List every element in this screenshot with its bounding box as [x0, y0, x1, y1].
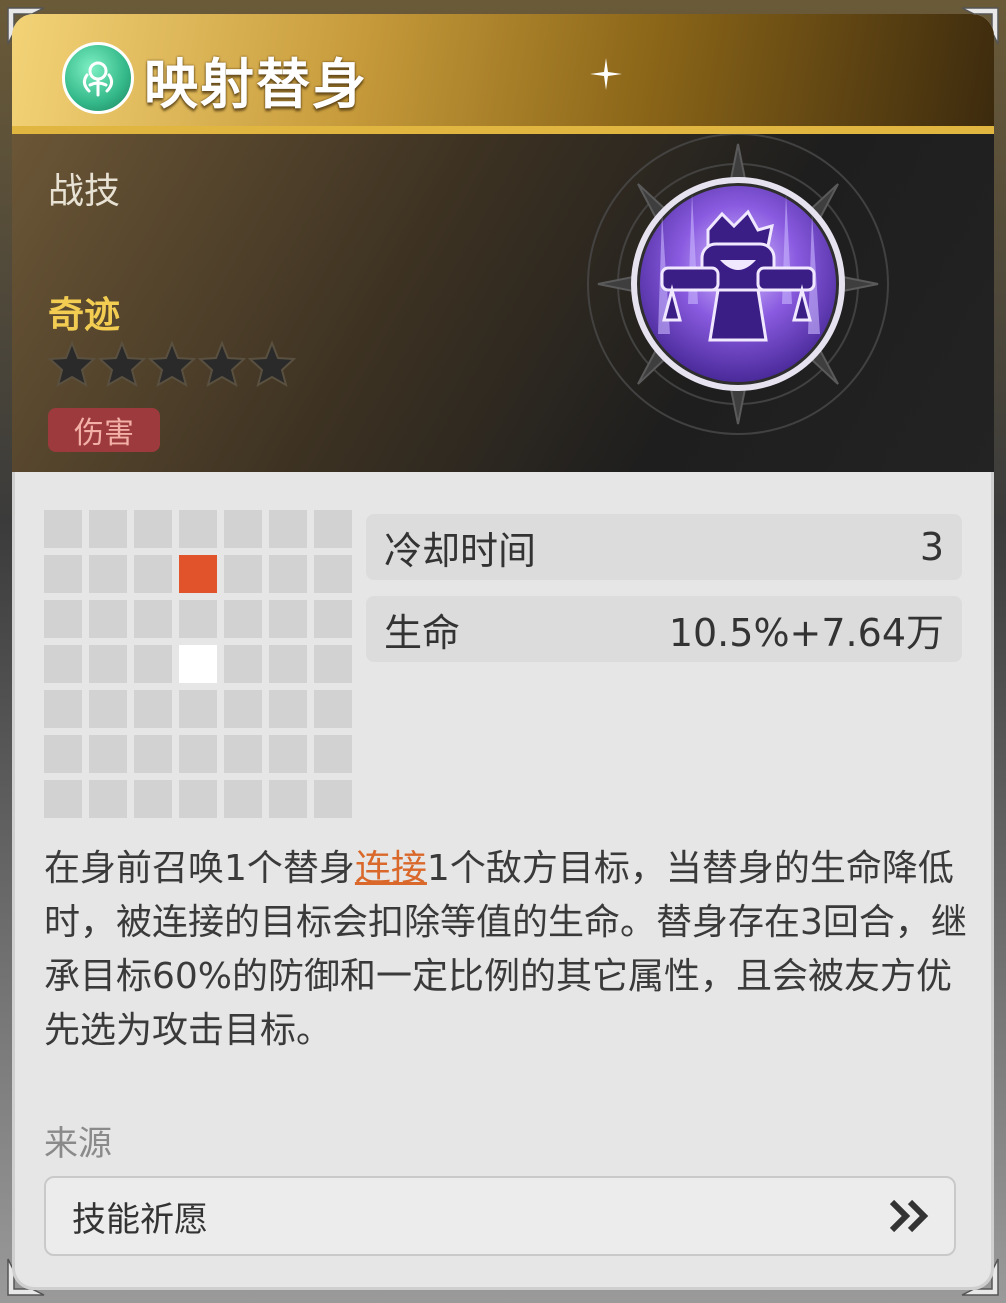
range-cell [224, 555, 262, 593]
range-cell [134, 690, 172, 728]
description-text: 在身前召唤1个替身 [44, 848, 355, 889]
range-cell [269, 690, 307, 728]
skill-card: 映射替身 战技 奇迹 伤害 冷却时间 3 生命 10.5%+7.64万 在身前召… [12, 14, 994, 1290]
star-icon [48, 340, 96, 388]
range-cell [179, 690, 217, 728]
range-cell [314, 690, 352, 728]
range-cell [44, 645, 82, 683]
source-label: 来源 [44, 1124, 112, 1164]
range-cell [224, 735, 262, 773]
link-keyword[interactable]: 连接 [355, 848, 427, 889]
range-cell [179, 780, 217, 818]
range-cell [89, 510, 127, 548]
range-cell [134, 600, 172, 638]
star-icon [248, 340, 296, 388]
range-cell [134, 735, 172, 773]
range-cell [134, 555, 172, 593]
range-cell [89, 780, 127, 818]
range-cell [89, 555, 127, 593]
stat-value: 3 [919, 525, 944, 569]
rarity-label: 奇迹 [48, 295, 121, 336]
range-cell [44, 510, 82, 548]
star-icon [148, 340, 196, 388]
range-cell [89, 690, 127, 728]
range-cell [314, 780, 352, 818]
range-cell [269, 510, 307, 548]
header-divider [12, 126, 994, 134]
range-cell-target [179, 555, 217, 593]
range-cell [44, 690, 82, 728]
skill-hero: 战技 奇迹 伤害 [12, 134, 994, 472]
range-cell [89, 600, 127, 638]
star-icon [98, 340, 146, 388]
star-rating [48, 340, 296, 388]
skill-description: 在身前召唤1个替身连接1个敌方目标，当替身的生命降低时，被连接的目标会扣除等值的… [44, 842, 974, 1058]
damage-tag: 伤害 [48, 408, 160, 452]
stat-row-cooldown: 冷却时间 3 [366, 514, 962, 580]
range-cell [44, 600, 82, 638]
range-cell [89, 645, 127, 683]
range-cell-self [179, 645, 217, 683]
range-cell [269, 600, 307, 638]
range-cell [314, 600, 352, 638]
range-cell [224, 510, 262, 548]
skill-title: 映射替身 [144, 53, 368, 116]
source-button[interactable]: 技能祈愿 [44, 1176, 956, 1256]
range-cell [134, 780, 172, 818]
range-grid [44, 510, 356, 822]
stat-value: 10.5%+7.64万 [668, 610, 944, 655]
star-icon [198, 340, 246, 388]
range-cell [269, 735, 307, 773]
range-cell [44, 555, 82, 593]
double-chevron-right-icon [889, 1199, 929, 1233]
range-cell [269, 780, 307, 818]
range-cell [44, 735, 82, 773]
stat-row-hp: 生命 10.5%+7.64万 [366, 596, 962, 662]
emblem-icon [62, 42, 134, 114]
range-cell [224, 690, 262, 728]
range-cell [179, 600, 217, 638]
range-cell [269, 555, 307, 593]
range-cell [134, 510, 172, 548]
range-cell [314, 645, 352, 683]
stat-label: 生命 [384, 610, 461, 655]
range-cell [224, 600, 262, 638]
range-cell [314, 510, 352, 548]
stat-label: 冷却时间 [384, 528, 537, 573]
sparkle-icon [590, 58, 622, 90]
range-cell [44, 780, 82, 818]
card-header: 映射替身 [12, 14, 994, 132]
range-cell [224, 645, 262, 683]
skill-type-label: 战技 [48, 171, 121, 212]
skill-compass-icon [587, 134, 889, 435]
range-cell [314, 555, 352, 593]
range-cell [224, 780, 262, 818]
range-cell [134, 645, 172, 683]
range-cell [179, 510, 217, 548]
range-cell [314, 735, 352, 773]
range-cell [269, 645, 307, 683]
source-button-label: 技能祈愿 [72, 1199, 208, 1240]
range-cell [89, 735, 127, 773]
range-cell [179, 735, 217, 773]
